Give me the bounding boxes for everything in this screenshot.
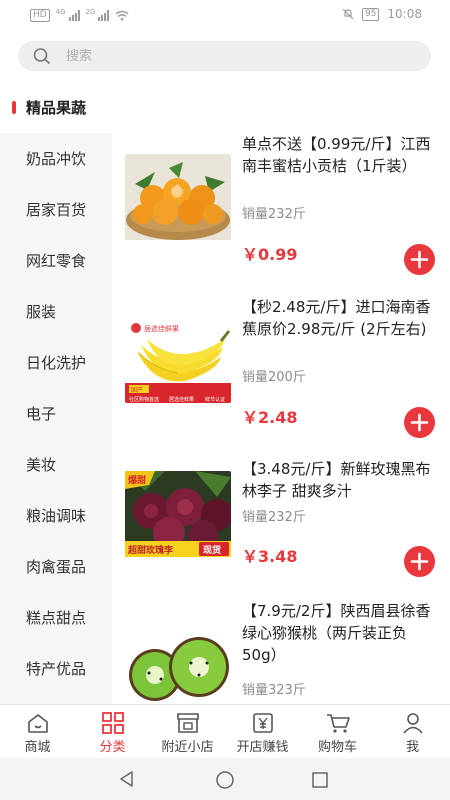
tab-cart[interactable]: 购物车 [300, 705, 375, 759]
status-bar: HD 4G 2G 95 10:08 [0, 0, 450, 30]
add-to-cart-button[interactable] [404, 407, 435, 438]
product-sales: 销量323斤 [242, 683, 306, 698]
sidebar-item-snacks[interactable]: 网红零食 [0, 235, 112, 286]
category-sidebar: 精品果蔬 奶品冲饮 居家百货 网红零食 服装 日化洗护 电子 美妆 粮油调味 肉… [0, 82, 112, 704]
plus-icon [410, 250, 429, 269]
status-time: 10:08 [387, 7, 422, 21]
sidebar-item-label: 电子 [26, 405, 57, 423]
sidebar-item-specialties[interactable]: 特产优品 [0, 643, 112, 694]
wifi-icon [116, 10, 129, 21]
recent-apps-icon[interactable] [311, 771, 329, 789]
product-card[interactable]: 居选佳鲜果 国产 社区购物首选 居选佳鲜果 鲜节认证 【秒2.48元/斤】进口海… [112, 292, 450, 442]
product-card[interactable]: 单点不送【0.99元/斤】江西南丰蜜桔小贡桔（1斤装） 销量232斤 ￥0.99 [112, 128, 450, 278]
cart-icon [326, 714, 350, 733]
product-title[interactable]: 单点不送【0.99元/斤】江西南丰蜜桔小贡桔（1斤装） [242, 133, 434, 177]
image-badge-text: 爆甜 [128, 474, 146, 486]
back-icon[interactable] [118, 770, 136, 788]
product-title[interactable]: 【7.9元/2斤】陕西眉县徐香绿心猕猴桃（两斤装正负50g） [242, 600, 434, 666]
signal-strength-icon [68, 9, 80, 21]
sidebar-item-electronics[interactable]: 电子 [0, 388, 112, 439]
sidebar-item-meat-eggs[interactable]: 肉禽蛋品 [0, 541, 112, 592]
sidebar-item-label: 居家百货 [26, 201, 87, 219]
status-right: 95 10:08 [342, 7, 422, 21]
product-card[interactable]: 【7.9元/2斤】陕西眉县徐香绿心猕猴桃（两斤装正负50g） 销量323斤 [112, 590, 450, 704]
tab-me[interactable]: 我 [375, 705, 450, 759]
sidebar-item-dairy-drinks[interactable]: 奶品冲饮 [0, 133, 112, 184]
shop-icon [176, 713, 199, 733]
sidebar-item-label: 特产优品 [26, 660, 87, 678]
yen-icon [252, 713, 273, 733]
tab-label: 商城 [24, 740, 51, 755]
product-list: 单点不送【0.99元/斤】江西南丰蜜桔小贡桔（1斤装） 销量232斤 ￥0.99… [112, 82, 450, 704]
tab-open-store[interactable]: 开店赚钱 [225, 705, 300, 759]
product-title[interactable]: 【3.48元/斤】新鲜玫瑰黑布林李子 甜爽多汁 [242, 458, 434, 502]
add-to-cart-button[interactable] [404, 244, 435, 275]
sidebar-item-label: 粮油调味 [26, 507, 87, 525]
sidebar-item-label: 美妆 [26, 456, 57, 474]
tab-label: 购物车 [317, 740, 357, 755]
search-header [0, 30, 450, 82]
sidebar-item-label: 日化洗护 [26, 354, 87, 372]
bottom-tab-bar: 商城 分类 附近小店 开店赚钱 购物车 我 [0, 704, 450, 759]
system-navigation-bar [0, 758, 450, 800]
home-button-icon[interactable] [215, 770, 235, 790]
product-image-plums[interactable]: 爆甜 超甜玫瑰李 现货 [125, 471, 231, 557]
search-icon [33, 48, 50, 64]
tab-label: 附近小店 [161, 740, 214, 755]
product-price: ￥2.48 [242, 408, 298, 427]
image-brand-text: 居选佳鲜果 [144, 324, 179, 333]
product-image-kiwi[interactable] [125, 623, 231, 704]
product-sales: 销量232斤 [242, 207, 306, 222]
tab-label: 我 [405, 740, 419, 755]
search-input[interactable] [66, 41, 406, 71]
product-card[interactable]: 爆甜 超甜玫瑰李 现货 【3.48元/斤】新鲜玫瑰黑布林李子 甜爽多汁 销量23… [112, 454, 450, 604]
image-footer-cert-text: 鲜节认证 [205, 396, 225, 403]
signal-strength-icon-2 [98, 9, 110, 21]
person-icon [402, 713, 423, 734]
category-icon [101, 712, 124, 734]
tab-nearby-shops[interactable]: 附近小店 [150, 705, 225, 759]
tab-home[interactable]: 商城 [0, 705, 75, 759]
image-badge-text: 国产 [131, 386, 143, 394]
image-footer-text: 社区购物首选 [129, 396, 159, 403]
product-price: ￥3.48 [242, 547, 298, 566]
signal-type-label: 4G [55, 8, 66, 16]
sidebar-item-label: 服装 [26, 303, 57, 321]
product-price: ￥0.99 [242, 245, 298, 264]
plus-icon [410, 552, 429, 571]
plus-icon [410, 413, 429, 432]
network-type-badge: HD [30, 8, 50, 22]
tab-label: 分类 [99, 740, 126, 755]
sidebar-item-label: 网红零食 [26, 252, 87, 270]
product-image-bananas[interactable]: 居选佳鲜果 国产 社区购物首选 居选佳鲜果 鲜节认证 [125, 317, 231, 403]
battery-indicator: 95 [361, 7, 380, 21]
home-icon [27, 714, 48, 733]
signal-type-label-2: 2G [85, 8, 96, 16]
sidebar-item-fruits-vegetables[interactable]: 精品果蔬 [0, 82, 112, 133]
sidebar-item-label: 肉禽蛋品 [26, 558, 87, 576]
search-bar[interactable] [18, 41, 431, 71]
add-to-cart-button[interactable] [404, 546, 435, 577]
product-title[interactable]: 【秒2.48元/斤】进口海南香蕉原价2.98元/斤 (2斤左右) [242, 296, 434, 340]
product-sales: 销量200斤 [242, 370, 306, 385]
sidebar-item-beauty[interactable]: 美妆 [0, 439, 112, 490]
image-tag-text: 现货 [203, 544, 221, 556]
sidebar-item-grain-oil[interactable]: 粮油调味 [0, 490, 112, 541]
mute-icon [342, 8, 354, 20]
sidebar-item-personal-care[interactable]: 日化洗护 [0, 337, 112, 388]
sidebar-item-label: 奶品冲饮 [26, 150, 87, 168]
sidebar-item-pastries[interactable]: 糕点甜点 [0, 592, 112, 643]
sidebar-item-clothing[interactable]: 服装 [0, 286, 112, 337]
sidebar-item-household[interactable]: 居家百货 [0, 184, 112, 235]
tab-category[interactable]: 分类 [75, 705, 150, 759]
sidebar-item-label: 精品果蔬 [26, 99, 87, 117]
sidebar-item-label: 糕点甜点 [26, 609, 87, 627]
product-image-tangerines[interactable] [125, 154, 231, 240]
image-banner-text: 超甜玫瑰李 [127, 544, 174, 556]
image-footer-brand-text: 居选佳鲜果 [169, 396, 194, 403]
status-left: HD 4G 2G [30, 8, 129, 22]
tab-label: 开店赚钱 [236, 740, 289, 755]
product-sales: 销量232斤 [242, 510, 306, 525]
